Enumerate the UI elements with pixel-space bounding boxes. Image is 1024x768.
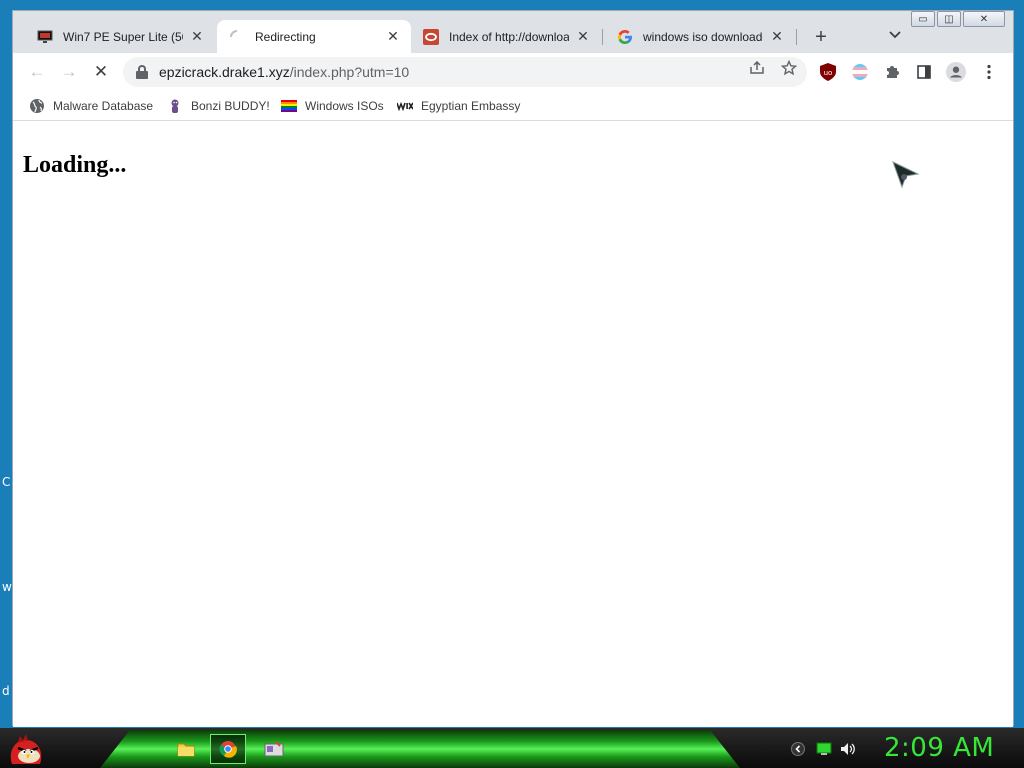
url-path: /index.php?utm=10 xyxy=(289,64,410,80)
forward-arrow-icon: → xyxy=(60,62,78,81)
url-host: epzicrack.drake1.xyz xyxy=(159,64,290,80)
share-icon[interactable] xyxy=(748,60,766,76)
close-icon[interactable]: ✕ xyxy=(769,28,785,45)
taskbar-app-button[interactable] xyxy=(256,734,292,764)
back-arrow-icon: ← xyxy=(28,62,46,81)
stop-icon: ✕ xyxy=(93,62,109,81)
page-content: Loading... xyxy=(13,122,1013,727)
desktop-label-fragment: w xyxy=(2,580,12,594)
tab-strip: Win7 PE Super Lite (50M ✕ Redirecting ✕ … xyxy=(13,11,1013,53)
bookmark-label: Bonzi BUDDY! xyxy=(191,99,270,113)
bookmark-malware-database[interactable]: Malware Database xyxy=(29,96,153,116)
globe-icon xyxy=(29,98,45,114)
desktop-label-fragment: C xyxy=(2,475,11,489)
ublock-icon[interactable]: uo xyxy=(818,62,838,82)
kebab-menu-icon[interactable] xyxy=(979,62,999,82)
tab-title: Win7 PE Super Lite (50M xyxy=(63,29,183,44)
volume-icon[interactable] xyxy=(840,741,856,757)
maximize-button[interactable]: ◫ xyxy=(937,11,961,27)
bonzi-icon xyxy=(167,98,183,114)
chrome-icon xyxy=(219,741,237,758)
app-icon xyxy=(264,741,284,757)
bookmark-star-icon[interactable] xyxy=(780,60,798,76)
close-icon[interactable]: ✕ xyxy=(189,28,205,45)
forward-button[interactable]: → xyxy=(57,61,81,83)
tab-redirecting[interactable]: Redirecting ✕ xyxy=(217,20,411,53)
bookmarks-bar: Malware Database Bonzi BUDDY! Windows IS… xyxy=(13,91,1013,121)
tab-separator xyxy=(796,29,797,45)
loading-heading: Loading... xyxy=(23,152,127,178)
bookmark-label: Windows ISOs xyxy=(305,99,384,113)
tab-separator xyxy=(602,29,603,45)
close-window-button[interactable]: ✕ xyxy=(963,11,1005,27)
svg-text:uo: uo xyxy=(824,69,833,77)
bookmark-windows-isos[interactable]: Windows ISOs xyxy=(281,96,384,116)
bookmark-bonzi-buddy[interactable]: Bonzi BUDDY! xyxy=(167,96,270,116)
extensions-puzzle-icon[interactable] xyxy=(882,62,902,82)
tab-title: Index of http://downloa xyxy=(449,29,569,44)
side-panel-icon[interactable] xyxy=(914,62,934,82)
minimize-button[interactable]: ▭ xyxy=(911,11,935,27)
taskbar-chrome-button[interactable] xyxy=(210,734,246,764)
start-button[interactable] xyxy=(6,730,46,768)
window-controls: ▭ ◫ ✕ xyxy=(909,11,1005,29)
tab-search-button[interactable] xyxy=(883,28,907,48)
tab-index-download[interactable]: Index of http://downloa ✕ xyxy=(411,20,601,53)
tab-title: windows iso downloade xyxy=(643,29,763,44)
stop-loading-button[interactable]: ✕ xyxy=(89,61,113,83)
tab-google-search[interactable]: windows iso downloade ✕ xyxy=(605,20,795,53)
new-tab-button[interactable]: + xyxy=(807,27,835,49)
close-icon[interactable]: ✕ xyxy=(385,28,401,45)
address-bar[interactable]: epzicrack.drake1.xyz/index.php?utm=10 xyxy=(123,57,807,87)
show-hidden-icons[interactable] xyxy=(790,741,806,757)
taskbar-explorer-button[interactable] xyxy=(168,734,204,764)
network-icon[interactable] xyxy=(816,741,832,757)
mouse-cursor-icon xyxy=(892,161,920,189)
folder-icon xyxy=(177,743,195,757)
taskbar-clock[interactable]: 2:09 AM xyxy=(884,733,994,763)
browser-window: Win7 PE Super Lite (50M ✕ Redirecting ✕ … xyxy=(12,10,1014,727)
taskbar xyxy=(0,728,1024,768)
rainbow-flag-icon xyxy=(281,98,297,114)
extension-flag-icon[interactable] xyxy=(850,62,870,82)
bookmark-label: Malware Database xyxy=(53,99,154,113)
loading-spinner-icon xyxy=(229,29,245,45)
lock-icon xyxy=(135,65,149,79)
google-icon xyxy=(617,29,633,45)
close-icon[interactable]: ✕ xyxy=(575,28,591,45)
url-text[interactable]: epzicrack.drake1.xyz/index.php?utm=10 xyxy=(159,64,409,80)
back-button[interactable]: ← xyxy=(25,61,49,83)
monitor-icon xyxy=(37,29,53,45)
chevron-down-icon xyxy=(889,31,901,39)
profile-avatar-icon[interactable] xyxy=(946,62,966,82)
desktop-label-fragment: d xyxy=(2,684,10,698)
tab-win7pe[interactable]: Win7 PE Super Lite (50M ✕ xyxy=(25,20,215,53)
bookmark-egyptian-embassy[interactable]: Egyptian Embassy xyxy=(397,96,520,116)
oracle-icon xyxy=(423,28,439,45)
wix-icon xyxy=(397,98,413,114)
bookmark-label: Egyptian Embassy xyxy=(421,99,521,113)
browser-toolbar: ← → ✕ epzicrack.drake1.xyz/index.php?utm… xyxy=(13,53,1013,91)
tab-title: Redirecting xyxy=(255,29,316,44)
